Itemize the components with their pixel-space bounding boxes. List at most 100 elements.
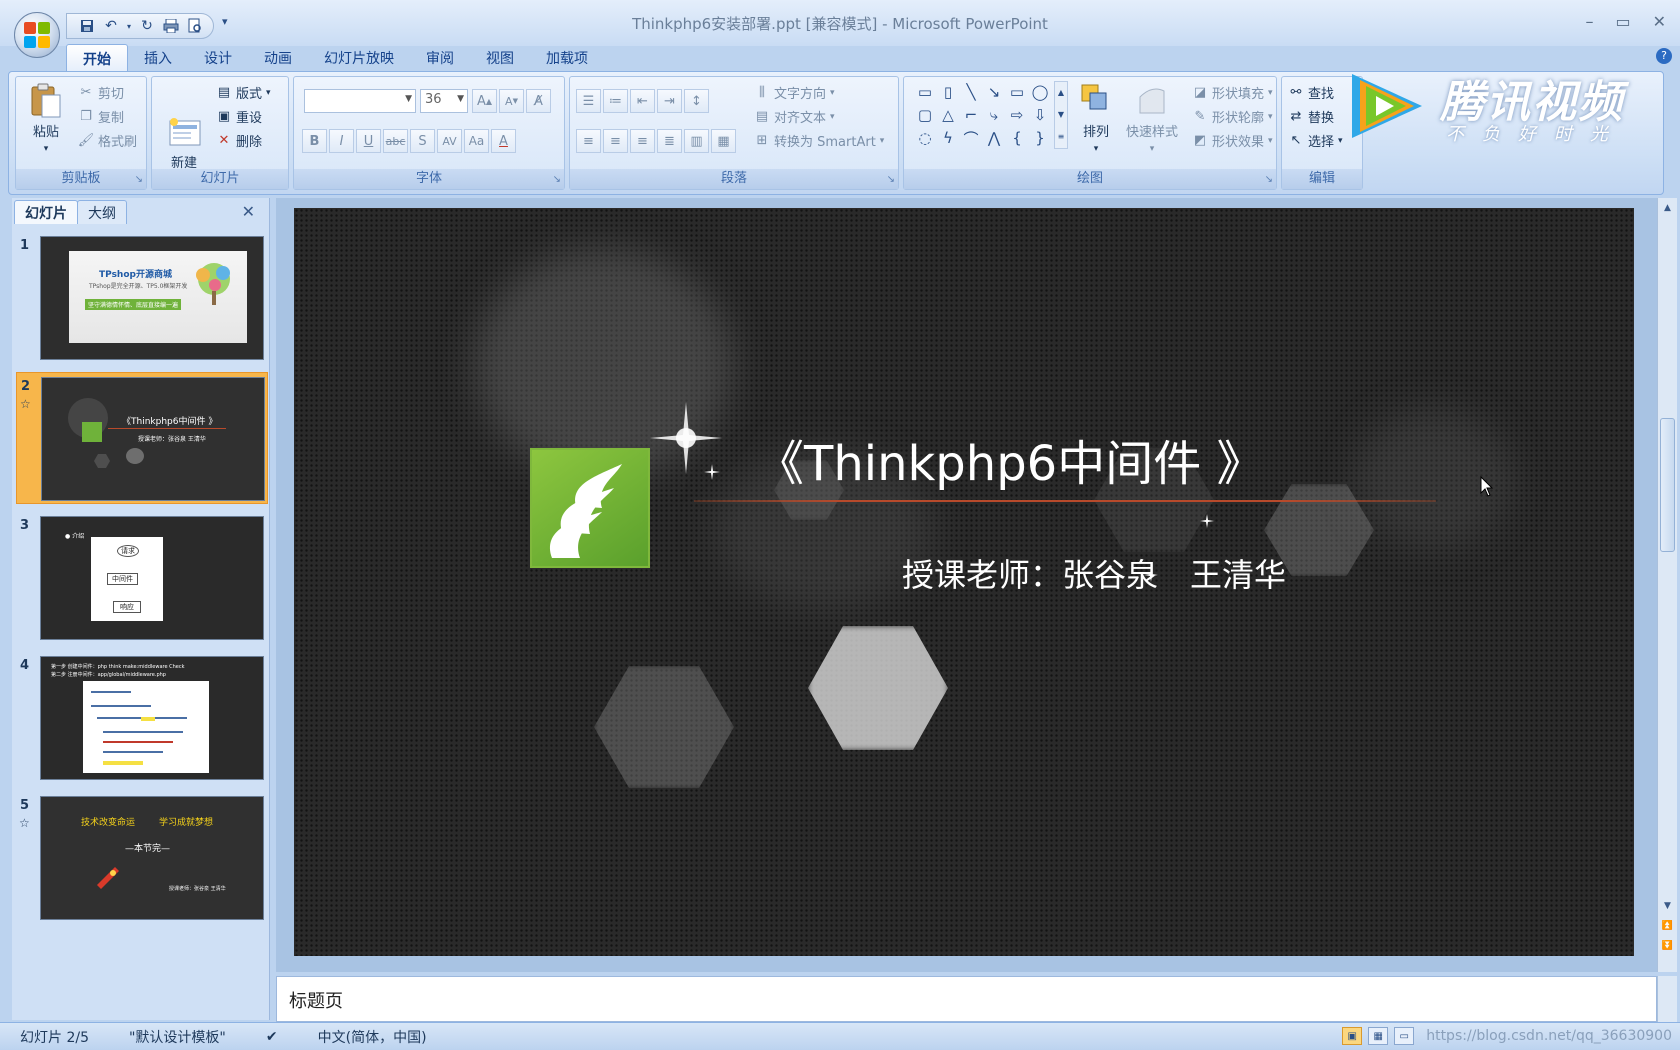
font-color-icon[interactable]: A [491, 129, 516, 153]
drawing-launcher-icon[interactable]: ↘ [1265, 174, 1273, 185]
arc-shape-icon[interactable]: ⌒ [960, 127, 982, 149]
wave-shape-icon[interactable]: ⋀ [983, 127, 1005, 149]
left-brace-shape-icon[interactable]: { [1006, 127, 1028, 149]
vertical-textbox-shape-icon[interactable]: ▯ [937, 81, 959, 103]
elbow-arrow-shape-icon[interactable]: ⤷ [983, 104, 1005, 126]
replace-button[interactable]: ⇄ 替换 [1288, 107, 1334, 126]
help-icon[interactable]: ? [1656, 48, 1672, 64]
grow-font-icon[interactable]: A ▲ [472, 89, 497, 113]
previous-slide-icon[interactable]: ⏫ [1660, 918, 1675, 934]
normal-view-icon[interactable]: ▣ [1342, 1027, 1363, 1045]
font-launcher-icon[interactable]: ↘ [553, 174, 561, 185]
quick-styles-button[interactable]: 快速样式 ▾ [1120, 83, 1184, 155]
tab-animations[interactable]: 动画 [248, 44, 308, 72]
char-spacing-icon[interactable]: AV [437, 129, 462, 153]
align-right-icon[interactable]: ≡ [630, 129, 655, 153]
change-case-icon[interactable]: Aa [464, 129, 489, 153]
tab-insert[interactable]: 插入 [128, 44, 188, 72]
slide-subtitle[interactable]: 授课老师：张谷泉 王清华 [902, 550, 1286, 596]
select-button[interactable]: ↖ 选择 ▾ [1288, 131, 1343, 150]
notes-scrollbar[interactable] [1657, 976, 1677, 1022]
shrink-font-icon[interactable]: A ▼ [499, 89, 524, 113]
justify-icon[interactable]: ≣ [657, 129, 682, 153]
italic-icon[interactable]: I [329, 129, 354, 153]
tab-outline-panel[interactable]: 大纲 [77, 200, 127, 224]
columns-icon[interactable]: ▦ [711, 129, 736, 153]
find-button[interactable]: ⚯ 查找 [1288, 83, 1334, 102]
distribute-icon[interactable]: ▥ [684, 129, 709, 153]
text-direction-button[interactable]: ⫼ 文字方向 ▾ [754, 83, 835, 102]
slide-thumbnail-1[interactable]: 1 TPshop开源商城 TPshop是完全开源、TP5.0框架开发 坚守满德情… [16, 232, 268, 364]
format-painter-button[interactable]: 🖌 格式刷 [78, 131, 137, 150]
tab-addins[interactable]: 加载项 [530, 44, 604, 72]
bold-icon[interactable]: B [302, 129, 327, 153]
layout-button[interactable]: ▤ 版式 ▾ [216, 83, 271, 102]
clear-format-icon[interactable]: A̸ [526, 89, 551, 113]
tab-design[interactable]: 设计 [188, 44, 248, 72]
triangle-shape-icon[interactable]: △ [937, 104, 959, 126]
slideshow-view-icon[interactable]: ▭ [1394, 1027, 1415, 1045]
slide-thumbnail-3[interactable]: 3 ● 介绍 请求 中间件 响应 [16, 512, 268, 644]
reset-button[interactable]: ▣ 重设 [216, 107, 262, 126]
elbow-connector-shape-icon[interactable]: ⌐ [960, 104, 982, 126]
arrange-button[interactable]: 排列 ▾ [1074, 83, 1118, 155]
down-arrow-shape-icon[interactable]: ⇩ [1029, 104, 1051, 126]
scroll-down-icon[interactable]: ▼ [1660, 898, 1675, 914]
font-size-combo[interactable]: 36 ▼ [420, 89, 468, 113]
line-spacing-icon[interactable]: ↕ [684, 89, 709, 113]
office-button[interactable] [14, 12, 60, 58]
font-name-combo[interactable]: ▼ [304, 89, 416, 113]
underline-icon[interactable]: U [356, 129, 381, 153]
arrow-line-shape-icon[interactable]: ↘ [983, 81, 1005, 103]
shapes-gallery-scroll[interactable]: ▲ ▼ ≡ [1054, 81, 1068, 149]
slide-thumbnail-2[interactable]: 2 ☆ 《Thinkphp6中间件 》 授课老师：张谷泉 王清华 [16, 372, 268, 504]
freeform-shape-icon[interactable]: ◌ [914, 127, 936, 149]
cut-button[interactable]: ✂ 剪切 [78, 83, 124, 102]
line-shape-icon[interactable]: ╲ [960, 81, 982, 103]
shape-effects-button[interactable]: ◩ 形状效果 ▾ [1192, 131, 1273, 150]
notes-text[interactable]: 标题页 [289, 987, 343, 1013]
current-slide[interactable]: 《Thinkphp6中间件 》 授课老师：张谷泉 王清华 [294, 208, 1634, 956]
lightning-shape-icon[interactable]: ϟ [937, 127, 959, 149]
copy-button[interactable]: ❐ 复制 [78, 107, 124, 126]
close-button[interactable]: ✕ [1653, 12, 1666, 31]
paragraph-launcher-icon[interactable]: ↘ [887, 174, 895, 185]
tab-home[interactable]: 开始 [66, 44, 128, 72]
paste-button[interactable]: 粘贴 ▾ [24, 83, 68, 155]
bullets-icon[interactable]: ☰ [576, 89, 601, 113]
tab-slideshow[interactable]: 幻灯片放映 [308, 44, 410, 72]
decrease-indent-icon[interactable]: ⇤ [630, 89, 655, 113]
align-text-button[interactable]: ▤ 对齐文本 ▾ [754, 107, 835, 126]
align-center-icon[interactable]: ≡ [603, 129, 628, 153]
shape-fill-button[interactable]: ◪ 形状填充 ▾ [1192, 83, 1273, 102]
spellcheck-icon[interactable]: ✔ [246, 1029, 298, 1045]
slide-sorter-view-icon[interactable]: ▦ [1368, 1027, 1389, 1045]
language[interactable]: 中文(简体，中国) [298, 1027, 447, 1047]
scrollbar-thumb[interactable] [1660, 418, 1675, 552]
align-left-icon[interactable]: ≡ [576, 129, 601, 153]
next-slide-icon[interactable]: ⏬ [1660, 938, 1675, 954]
tab-review[interactable]: 审阅 [410, 44, 470, 72]
numbering-icon[interactable]: ≔ [603, 89, 628, 113]
slide-scrollbar[interactable]: ▲ ▼ ⏫ ⏬ [1657, 198, 1677, 972]
tab-slides-panel[interactable]: 幻灯片 [14, 200, 78, 224]
maximize-button[interactable]: ▭ [1615, 12, 1630, 31]
shadow-icon[interactable]: S [410, 129, 435, 153]
shapes-gallery[interactable]: ▭ ▯ ╲ ↘ ▭ ◯ ▢ △ ⌐ ⤷ ⇨ ⇩ ◌ ϟ ⌒ ⋀ { } [914, 81, 1052, 149]
delete-button[interactable]: ✕ 删除 [216, 131, 262, 150]
close-panel-icon[interactable]: ✕ [242, 202, 255, 221]
notes-pane[interactable]: 标题页 [276, 976, 1657, 1022]
shape-outline-button[interactable]: ✎ 形状轮廓 ▾ [1192, 107, 1273, 126]
right-arrow-shape-icon[interactable]: ⇨ [1006, 104, 1028, 126]
clipboard-launcher-icon[interactable]: ↘ [135, 174, 143, 185]
rectangle-shape-icon[interactable]: ▭ [1006, 81, 1028, 103]
scroll-up-icon[interactable]: ▲ [1660, 200, 1675, 216]
oval-shape-icon[interactable]: ◯ [1029, 81, 1051, 103]
textbox-shape-icon[interactable]: ▭ [914, 81, 936, 103]
convert-smartart-button[interactable]: ⊞ 转换为 SmartArt ▾ [754, 131, 885, 150]
slide-thumbnail-4[interactable]: 4 第一步 创建中间件：php think make:middleware Ch… [16, 652, 268, 784]
tab-view[interactable]: 视图 [470, 44, 530, 72]
right-brace-shape-icon[interactable]: } [1029, 127, 1051, 149]
minimize-button[interactable]: – [1585, 12, 1593, 31]
rounded-rect-shape-icon[interactable]: ▢ [914, 104, 936, 126]
